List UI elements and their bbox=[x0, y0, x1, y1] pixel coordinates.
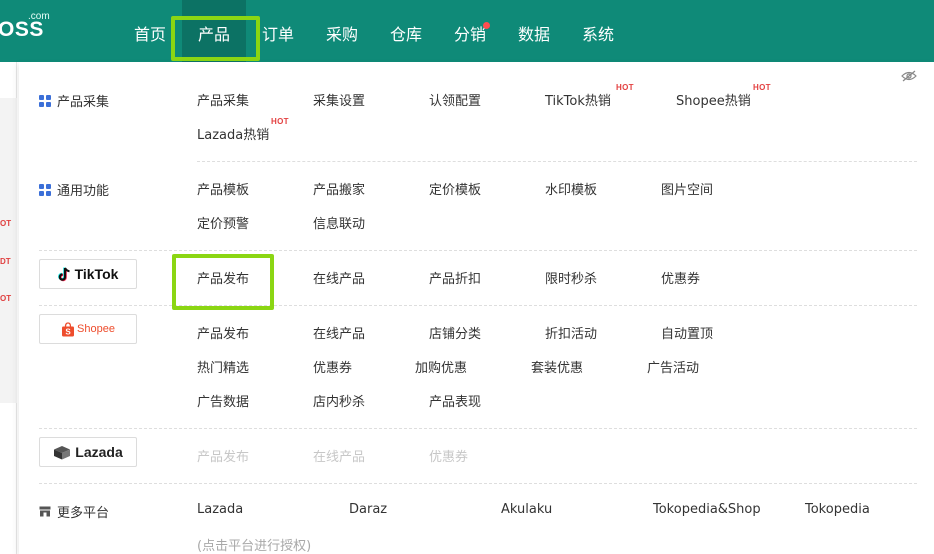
top-nav-bar: .com OSS 首页 产品 订单 采购 仓库 分销 数据 系统 bbox=[0, 0, 934, 62]
menu-item-bundle-deal[interactable]: 套装优惠 bbox=[531, 357, 583, 376]
menu-item-product-performance[interactable]: 产品表现 bbox=[429, 391, 481, 410]
menu-item-watermark-template[interactable]: 水印模板 bbox=[545, 179, 597, 198]
grid-icon bbox=[39, 94, 51, 107]
menu-item-tiktok-hot[interactable]: TikTok热销 bbox=[545, 90, 611, 109]
platform-lazada[interactable]: Lazada bbox=[197, 502, 243, 517]
nav-label: 分销 bbox=[453, 25, 486, 44]
nav-label: 数据 bbox=[517, 25, 550, 44]
menu-item-tiktok-flash-sale[interactable]: 限时秒杀 bbox=[545, 268, 597, 287]
logo[interactable]: OSS bbox=[0, 18, 44, 42]
menu-item-tiktok-coupon[interactable]: 优惠券 bbox=[661, 268, 700, 287]
menu-item-auto-bump[interactable]: 自动置顶 bbox=[661, 323, 713, 342]
menu-item-top-picks[interactable]: 热门精选 bbox=[197, 357, 249, 376]
section-label: 产品采集 bbox=[57, 95, 110, 110]
background-hot-badge: DT bbox=[0, 257, 11, 266]
menu-item-ad-data[interactable]: 广告数据 bbox=[197, 391, 249, 410]
menu-item-collect-settings[interactable]: 采集设置 bbox=[313, 90, 365, 109]
authorize-hint: (点击平台进行授权) bbox=[197, 539, 312, 554]
nav-label: 首页 bbox=[133, 25, 166, 44]
nav-label: 产品 bbox=[197, 25, 230, 44]
background-hot-badge: OT bbox=[0, 219, 12, 228]
hot-badge: HOT bbox=[753, 83, 771, 92]
nav-purchase[interactable]: 采购 bbox=[310, 0, 374, 62]
menu-item-add-on-deal[interactable]: 加购优惠 bbox=[415, 357, 467, 376]
menu-item-price-alert[interactable]: 定价预警 bbox=[197, 213, 249, 232]
grid-icon bbox=[39, 183, 51, 196]
menu-item-tiktok-discount[interactable]: 产品折扣 bbox=[429, 268, 481, 287]
menu-item-claim-config[interactable]: 认领配置 bbox=[429, 90, 481, 109]
menu-item-product-template[interactable]: 产品模板 bbox=[197, 179, 249, 198]
divider bbox=[39, 250, 917, 251]
menu-item-shop-category[interactable]: 店铺分类 bbox=[429, 323, 481, 342]
nav-label: 采购 bbox=[325, 25, 358, 44]
hot-badge: HOT bbox=[271, 117, 289, 126]
nav-data[interactable]: 数据 bbox=[502, 0, 566, 62]
menu-item-image-space[interactable]: 图片空间 bbox=[661, 179, 713, 198]
menu-item-shopee-coupon[interactable]: 优惠券 bbox=[313, 357, 352, 376]
logo-text: TikTok bbox=[74, 266, 119, 282]
nav-warehouse[interactable]: 仓库 bbox=[374, 0, 438, 62]
logo-text: Shopee bbox=[77, 323, 115, 335]
platform-daraz[interactable]: Daraz bbox=[349, 502, 387, 517]
logo-text: Lazada bbox=[75, 444, 123, 460]
menu-item-tiktok-online-products[interactable]: 在线产品 bbox=[313, 268, 365, 287]
section-label: 更多平台 bbox=[57, 506, 110, 521]
menu-item-product-collect[interactable]: 产品采集 bbox=[197, 90, 249, 109]
platform-akulaku[interactable]: Akulaku bbox=[501, 502, 552, 517]
menu-item-ad-campaign[interactable]: 广告活动 bbox=[647, 357, 699, 376]
shopee-bag-icon: S bbox=[62, 321, 75, 336]
lazada-box-icon bbox=[54, 445, 71, 459]
shopee-logo: S Shopee bbox=[39, 314, 137, 344]
tiktok-logo: TikTok bbox=[39, 259, 137, 289]
platform-tokopedia-shop[interactable]: Tokopedia&Shop bbox=[653, 502, 761, 517]
divider bbox=[39, 305, 917, 306]
menu-item-shopee-publish[interactable]: 产品发布 bbox=[197, 323, 249, 342]
nav-label: 仓库 bbox=[389, 25, 422, 44]
lazada-logo: Lazada bbox=[39, 437, 137, 467]
store-icon bbox=[39, 506, 51, 517]
section-common-functions: 通用功能 bbox=[39, 180, 109, 199]
menu-item-lazada-coupon: 优惠券 bbox=[429, 450, 469, 465]
tiktok-icon bbox=[57, 267, 70, 281]
menu-item-tiktok-publish[interactable]: 产品发布 bbox=[197, 268, 249, 287]
eye-slash-icon[interactable] bbox=[901, 70, 917, 82]
background-panel bbox=[0, 98, 17, 403]
section-more-platforms: 更多平台 bbox=[39, 502, 109, 521]
notification-dot bbox=[483, 22, 490, 29]
nav-home[interactable]: 首页 bbox=[118, 0, 182, 62]
menu-item-info-link[interactable]: 信息联动 bbox=[313, 213, 365, 232]
nav-products[interactable]: 产品 bbox=[182, 0, 246, 62]
main-nav: 首页 产品 订单 采购 仓库 分销 数据 系统 bbox=[118, 0, 630, 62]
menu-item-lazada-hot[interactable]: Lazada热销 bbox=[197, 124, 269, 143]
menu-item-product-move[interactable]: 产品搬家 bbox=[313, 179, 365, 198]
menu-item-pricing-template[interactable]: 定价模板 bbox=[429, 179, 481, 198]
divider bbox=[39, 428, 917, 429]
svg-text:S: S bbox=[65, 327, 71, 336]
menu-item-shopee-online-products[interactable]: 在线产品 bbox=[313, 323, 365, 342]
background-hot-badge: OT bbox=[0, 294, 12, 303]
section-product-collect: 产品采集 bbox=[39, 91, 109, 110]
menu-item-discount-campaign[interactable]: 折扣活动 bbox=[545, 323, 597, 342]
nav-orders[interactable]: 订单 bbox=[246, 0, 310, 62]
divider bbox=[39, 483, 917, 484]
divider bbox=[197, 161, 917, 162]
nav-label: 订单 bbox=[261, 25, 294, 44]
background-page: OT DT OT bbox=[0, 62, 17, 554]
menu-item-lazada-online-products: 在线产品 bbox=[313, 450, 366, 465]
menu-item-shop-flash-sale[interactable]: 店内秒杀 bbox=[313, 391, 365, 410]
section-label: 通用功能 bbox=[57, 184, 110, 199]
nav-label: 系统 bbox=[581, 25, 614, 44]
platform-tokopedia[interactable]: Tokopedia bbox=[805, 502, 870, 517]
product-dropdown-menu: 产品采集 产品采集 采集设置 认领配置 TikTok热销 HOT Shopee热… bbox=[19, 62, 934, 554]
nav-system[interactable]: 系统 bbox=[566, 0, 630, 62]
menu-item-shopee-hot[interactable]: Shopee热销 bbox=[676, 90, 751, 109]
menu-item-lazada-publish: 产品发布 bbox=[197, 450, 250, 465]
nav-distribution[interactable]: 分销 bbox=[438, 0, 502, 62]
hot-badge: HOT bbox=[616, 83, 634, 92]
